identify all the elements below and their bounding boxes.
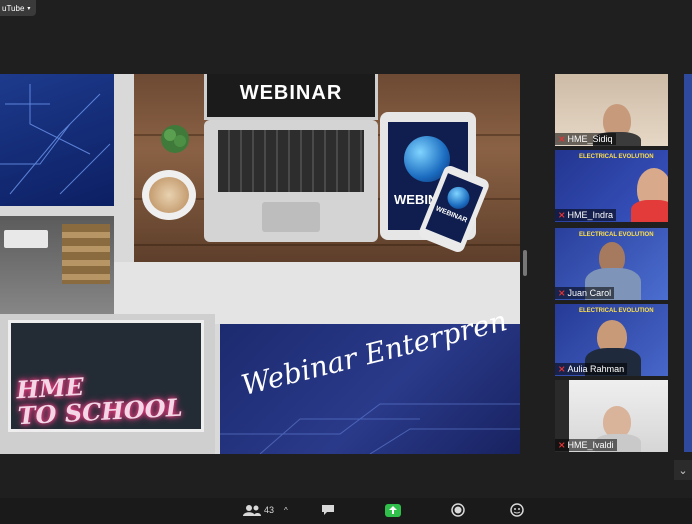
mic-muted-icon: ⨯ [558, 440, 566, 450]
tile-banner-text: ELECTRICAL EVOLUTION [579, 232, 654, 238]
laptop-label: WEBINAR [239, 82, 343, 104]
record-icon [451, 503, 465, 517]
meeting-toolbar: 43 ^ [0, 498, 692, 524]
participants-count: 43 [264, 505, 275, 515]
participant-name: HME_Sidiq [567, 134, 613, 144]
next-tile-strip [684, 74, 692, 452]
participant-name: HME_Indra [567, 210, 614, 220]
blueprint-panel [0, 74, 114, 206]
tile-banner-text: ELECTRICAL EVOLUTION [579, 308, 654, 314]
participants-button[interactable]: 43 ^ [243, 502, 288, 518]
lamp-icon [4, 230, 48, 248]
chat-button[interactable] [321, 502, 335, 518]
participant-tile[interactable]: ELECTRICAL EVOLUTION ⨯ HME_Indra [555, 150, 668, 222]
shared-screen[interactable]: WEBINAR WEBIN WEBINAR HME TO SCHOOL Webi… [0, 74, 520, 454]
plant-icon [161, 125, 189, 153]
mic-muted-icon: ⨯ [558, 364, 566, 374]
splitter-handle[interactable] [523, 250, 527, 276]
chat-icon [322, 505, 334, 515]
mic-muted-icon: ⨯ [558, 210, 566, 220]
coffee-mug-icon [142, 170, 196, 220]
circuit-lines-graphic [0, 84, 111, 195]
mic-muted-icon: ⨯ [558, 134, 566, 144]
enterprise-banner: Webinar Enterpren [220, 304, 520, 454]
participant-name: Juan Carol [567, 288, 612, 298]
scroll-tiles-down-button[interactable]: ⌄ [674, 460, 692, 480]
board-text: HME TO SCHOOL [15, 371, 184, 431]
reactions-button[interactable] [510, 502, 524, 518]
record-button[interactable] [451, 502, 465, 518]
share-screen-icon [385, 503, 401, 517]
share-screen-button[interactable] [385, 502, 401, 518]
smiley-icon [510, 503, 524, 517]
phone-label: WEBINAR [434, 205, 469, 225]
books-icon [62, 224, 110, 284]
tile-banner-text: ELECTRICAL EVOLUTION [579, 154, 654, 160]
laptop-keyboard [204, 120, 378, 242]
source-label: uTube [2, 3, 25, 13]
chalkboard-panel: HME TO SCHOOL [0, 314, 215, 454]
classroom-photo [0, 216, 114, 314]
participant-name: Aulia Rahman [567, 364, 625, 374]
desk-photo: WEBINAR WEBIN WEBINAR [134, 74, 520, 262]
source-dropdown[interactable]: uTube ▾ [0, 0, 36, 16]
participant-tile[interactable]: ELECTRICAL EVOLUTION ⨯ Aulia Rahman [555, 304, 668, 376]
globe-icon [444, 183, 473, 213]
chevron-up-icon[interactable]: ^ [284, 506, 288, 515]
chevron-down-icon: ⌄ [678, 464, 688, 477]
participant-name: HME_Ivaldi [567, 440, 614, 450]
participant-tile[interactable]: ELECTRICAL EVOLUTION ⨯ Juan Carol [555, 228, 668, 300]
participants-icon [243, 505, 261, 516]
laptop-screen: WEBINAR [204, 74, 378, 120]
participant-tile[interactable]: ⨯ HME_Sidiq [555, 74, 668, 146]
chevron-down-icon: ▾ [27, 5, 31, 12]
mic-muted-icon: ⨯ [558, 288, 566, 298]
participant-tile[interactable]: ⨯ HME_Ivaldi [555, 380, 668, 452]
